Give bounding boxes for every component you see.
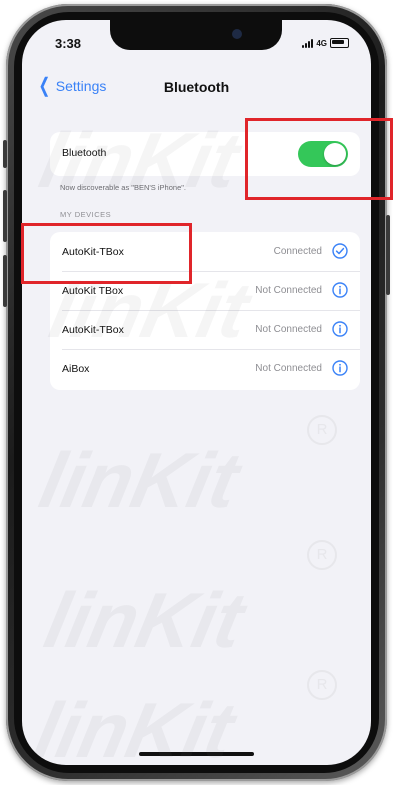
my-devices-header: MY DEVICES (60, 210, 112, 219)
volume-down-button (3, 255, 7, 307)
home-indicator[interactable] (139, 752, 254, 756)
device-row[interactable]: AutoKit-TBox Not Connected (50, 310, 360, 349)
highlight-toggle-box (245, 118, 393, 200)
device-row[interactable]: AiBox Not Connected (50, 349, 360, 388)
device-name: AiBox (62, 363, 90, 375)
registered-mark-icon: R (307, 670, 337, 700)
notch (110, 20, 282, 50)
info-icon[interactable] (332, 321, 348, 337)
status-time: 3:38 (55, 36, 82, 51)
device-status: Connected (273, 246, 322, 257)
navigation-bar: ❮ Settings Bluetooth (22, 72, 371, 102)
network-type: 4G (316, 38, 327, 48)
watermark-logo: linKit (37, 576, 252, 664)
highlight-device-box (21, 223, 192, 284)
volume-up-button (3, 190, 7, 242)
device-name: AutoKit-TBox (62, 324, 124, 336)
info-icon[interactable] (332, 360, 348, 376)
page-title: Bluetooth (163, 79, 230, 95)
registered-mark-icon: R (307, 415, 337, 445)
front-camera-icon (232, 29, 242, 39)
stage: 3:38 4G ❮ Settings Bluetooth Bluetooth N… (0, 0, 393, 785)
watermark-logo: linKit (32, 436, 247, 524)
device-status: Not Connected (255, 363, 322, 374)
discoverable-text: Now discoverable as "BEN'S iPhone". (60, 183, 186, 192)
bluetooth-label: Bluetooth (62, 147, 107, 159)
mute-switch (3, 140, 7, 168)
connected-check-icon[interactable] (332, 243, 348, 259)
status-indicators: 4G (302, 38, 349, 48)
device-status: Not Connected (255, 285, 322, 296)
battery-icon (330, 38, 349, 48)
side-power-button (386, 215, 390, 295)
cellular-signal-icon (302, 38, 314, 48)
info-icon[interactable] (332, 282, 348, 298)
device-name: AutoKit TBox (62, 285, 124, 297)
device-status: Not Connected (255, 324, 322, 335)
registered-mark-icon: R (307, 540, 337, 570)
